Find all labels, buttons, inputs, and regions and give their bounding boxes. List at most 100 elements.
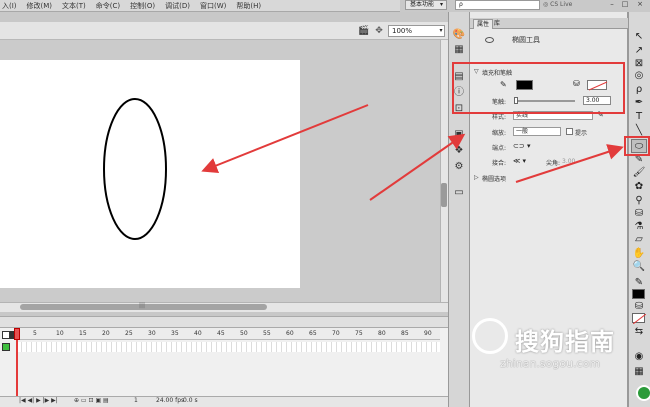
menu-commands[interactable]: 命令(C) xyxy=(96,1,120,11)
drawn-ellipse[interactable] xyxy=(103,98,167,240)
subselection-tool-icon[interactable]: ↗ xyxy=(631,44,647,58)
stage-vertical-scroll-thumb[interactable] xyxy=(441,183,447,207)
color-panel-icon[interactable]: 🎨 xyxy=(451,28,467,42)
watermark-brand: 搜狗指南 xyxy=(515,328,615,356)
search-icon: ρ xyxy=(459,1,463,8)
scale-value: 一般 xyxy=(516,128,529,135)
ellipse-options-toggle-icon[interactable]: ▷ xyxy=(474,174,479,181)
annotation-box-oval-tool xyxy=(624,136,650,156)
zoom-tool-icon[interactable]: 🔍 xyxy=(631,260,647,274)
frame-tick-15: 15 xyxy=(79,330,87,337)
cs-live-label: CS Live xyxy=(550,1,573,8)
ellipse-options-title[interactable]: 椭圆选项 xyxy=(482,174,506,183)
frame-tick-80: 80 xyxy=(378,330,386,337)
cs-live-button[interactable]: ◎ CS Live xyxy=(543,0,603,10)
join-select-icon[interactable]: ≪ ▾ xyxy=(513,157,526,165)
zoom-value: 100% xyxy=(392,27,413,35)
join-label: 接合: xyxy=(492,160,507,167)
frame-cells[interactable] xyxy=(17,342,440,352)
swatches-panel-icon[interactable]: ▦ xyxy=(451,43,467,57)
frame-tick-85: 85 xyxy=(401,330,409,337)
cap-label: 端点: xyxy=(492,145,507,152)
selection-tool-icon[interactable]: ↖ xyxy=(631,30,647,44)
code-snippets-icon[interactable]: ▣ xyxy=(451,128,467,142)
ellipse-tool-icon xyxy=(485,37,494,43)
menu-window[interactable]: 窗口(W) xyxy=(200,1,226,11)
current-frame: 1 xyxy=(134,397,138,404)
frame-tick-30: 30 xyxy=(148,330,156,337)
zoom-arrow-icon[interactable]: ▾ xyxy=(437,25,445,37)
paint-bucket-tool-icon[interactable]: ⛁ xyxy=(631,207,647,221)
workspace-label: 基本功能 xyxy=(410,1,435,8)
frame-tick-55: 55 xyxy=(263,330,271,337)
3d-rotation-tool-icon[interactable]: ◎ xyxy=(631,69,647,83)
bone-tool-icon[interactable]: ⚲ xyxy=(631,194,647,208)
frame-tick-35: 35 xyxy=(171,330,179,337)
eyedropper-tool-icon[interactable]: ⚗ xyxy=(631,220,647,234)
scroll-grip-icon: ||| xyxy=(138,302,146,309)
frame-tick-20: 20 xyxy=(102,330,110,337)
history-panel-icon[interactable]: ▭ xyxy=(451,186,467,200)
fill-color-tool-swatch[interactable] xyxy=(632,313,647,325)
workspace-arrow-icon: ▾ xyxy=(439,1,443,8)
annotation-box-fill-stroke xyxy=(452,62,625,114)
menu-help[interactable]: 帮助(H) xyxy=(236,1,261,11)
hand-tool-icon[interactable]: ✋ xyxy=(631,247,647,261)
edit-symbol-icon[interactable]: ✥ xyxy=(372,24,386,38)
cap-select-icon[interactable]: ⊂⊃ ▾ xyxy=(513,142,530,150)
stage[interactable] xyxy=(0,60,300,288)
playhead-handle[interactable] xyxy=(14,328,20,340)
menu-control[interactable]: 控制(O) xyxy=(130,1,155,11)
menu-debug[interactable]: 调试(D) xyxy=(165,1,190,11)
search-box[interactable]: ρ xyxy=(455,0,540,10)
restore-button[interactable]: □ xyxy=(619,0,631,9)
swap-colors-icon[interactable]: ⇆ xyxy=(631,325,647,339)
eraser-tool-icon[interactable]: ▱ xyxy=(631,233,647,247)
motion-presets-icon[interactable]: ⚙ xyxy=(451,160,467,174)
tab-library[interactable]: 库 xyxy=(491,19,503,29)
object-drawing-icon[interactable]: ▦ xyxy=(631,365,647,379)
frame-tick-90: 90 xyxy=(424,330,432,337)
timeline-playback-controls-icon[interactable]: |◀ ◀| ▶ |▶ ▶| xyxy=(19,397,58,404)
timeline-footer xyxy=(0,396,448,407)
pen-tool-icon[interactable]: ✒ xyxy=(631,96,647,110)
scale-select[interactable]: 一般 xyxy=(513,127,561,136)
scale-label: 缩放: xyxy=(492,130,507,137)
tool-name: 椭圆工具 xyxy=(512,36,540,44)
menu-modify[interactable]: 修改(M) xyxy=(27,1,53,11)
miter-value[interactable]: 3.00 xyxy=(562,158,575,165)
edit-scene-icon[interactable]: 🎬 xyxy=(357,24,371,38)
tab-properties[interactable]: 属性 xyxy=(473,19,494,29)
menu-text[interactable]: 文本(T) xyxy=(62,1,86,11)
frame-tick-70: 70 xyxy=(332,330,340,337)
stroke-color-tool-icon[interactable]: ✎ xyxy=(631,276,647,290)
snap-tool-icon[interactable]: ◉ xyxy=(631,350,647,364)
stage-canvas xyxy=(103,98,167,240)
stroke-color-tool-swatch[interactable] xyxy=(632,289,645,299)
onion-skin-icon[interactable]: ⊕ ▭ ⊡ ▣ ▤ xyxy=(74,397,109,404)
hint-label: 提示 xyxy=(575,130,588,137)
watermark-url: zhinan.sogou.com xyxy=(499,357,601,370)
minimize-button[interactable]: – xyxy=(606,0,618,9)
lasso-tool-icon[interactable]: ρ xyxy=(631,83,647,97)
frame-tick-65: 65 xyxy=(309,330,317,337)
close-button[interactable]: × xyxy=(634,0,646,9)
workspace-switcher[interactable]: 基本功能 ▾ xyxy=(405,0,447,10)
frame-rate[interactable]: 24.00 fps xyxy=(156,397,184,404)
layer-outline-icon[interactable] xyxy=(2,331,10,339)
text-tool-icon[interactable]: T xyxy=(631,110,647,124)
frame-tick-45: 45 xyxy=(217,330,225,337)
deco-tool-icon[interactable]: ✿ xyxy=(631,180,647,194)
stage-vertical-scrollbar[interactable] xyxy=(440,40,448,302)
hint-checkbox[interactable] xyxy=(566,128,573,135)
miter-label: 尖角: xyxy=(546,160,561,167)
no-fill-tool-icon xyxy=(632,313,647,325)
menu-insert[interactable]: 入(I) xyxy=(2,1,17,11)
timeline-header xyxy=(0,316,448,328)
fill-color-tool-icon[interactable]: ⛁ xyxy=(631,300,647,314)
brush-tool-icon[interactable]: 🖌 xyxy=(631,166,647,180)
layer-color-icon[interactable] xyxy=(2,343,10,351)
watermark-badge xyxy=(636,385,650,401)
components-icon[interactable]: ❖ xyxy=(451,144,467,158)
frame-tick-10: 10 xyxy=(56,330,64,337)
